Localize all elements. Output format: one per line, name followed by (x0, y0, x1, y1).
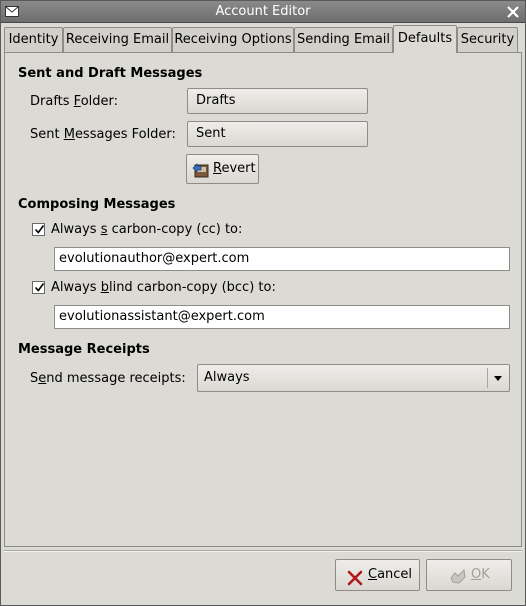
title-bar: Account Editor (1, 1, 525, 23)
ok-button[interactable]: OK (426, 559, 512, 591)
tab-label: Security (460, 32, 515, 47)
tab-label: Receiving Email (65, 32, 170, 47)
chevron-down-icon (487, 368, 507, 388)
tab-sending-email[interactable]: Sending Email (294, 27, 393, 52)
section-title-composing: Composing Messages (18, 197, 176, 212)
tab-label: Receiving Options (174, 32, 292, 47)
tab-label: Defaults (397, 31, 453, 46)
close-icon[interactable] (506, 5, 520, 19)
tab-security[interactable]: Security (457, 27, 518, 52)
apply-icon (449, 567, 467, 597)
send-receipts-dropdown[interactable]: Always (197, 364, 510, 392)
send-receipts-value: Always (204, 370, 250, 385)
button-separator (4, 550, 522, 552)
section-title-receipts: Message Receipts (18, 342, 150, 357)
always-bcc-checkbox[interactable] (32, 281, 45, 294)
window-title: Account Editor (215, 4, 311, 19)
always-bcc-label: Always blind carbon-copy (bcc) to: (51, 280, 276, 295)
checkmark-icon (34, 225, 45, 234)
account-editor-window: Account Editor Identity Receiving Email … (0, 0, 526, 606)
sent-folder-button[interactable]: Sent (187, 121, 368, 147)
send-receipts-label: Send message receipts: (30, 371, 186, 386)
drafts-folder-button[interactable]: Drafts (187, 88, 368, 114)
bcc-address-input[interactable]: evolutionassistant@expert.com (54, 305, 510, 329)
drafts-folder-label: Drafts Folder: (30, 94, 118, 109)
section-title-sent-draft: Sent and Draft Messages (18, 66, 203, 81)
defaults-panel: Sent and Draft Messages Drafts Folder: D… (4, 52, 522, 547)
tab-receiving-email[interactable]: Receiving Email (63, 27, 172, 52)
sent-folder-label: Sent Messages Folder: (30, 127, 176, 142)
close-icon (347, 568, 363, 598)
revert-button[interactable]: Revert (186, 154, 259, 184)
revert-icon (192, 161, 210, 190)
tab-receiving-options[interactable]: Receiving Options (172, 27, 294, 52)
cancel-button[interactable]: Cancel (335, 559, 420, 591)
checkmark-icon (34, 283, 45, 292)
tab-label: Sending Email (296, 32, 391, 47)
tab-label: Identity (8, 32, 59, 47)
always-cc-checkbox[interactable] (32, 223, 45, 236)
always-cc-label: Always s carbon-copy (cc) to: (51, 222, 243, 237)
cc-address-input[interactable]: evolutionauthor@expert.com (54, 247, 510, 271)
tab-defaults[interactable]: Defaults (393, 25, 457, 53)
tab-identity[interactable]: Identity (4, 27, 63, 52)
